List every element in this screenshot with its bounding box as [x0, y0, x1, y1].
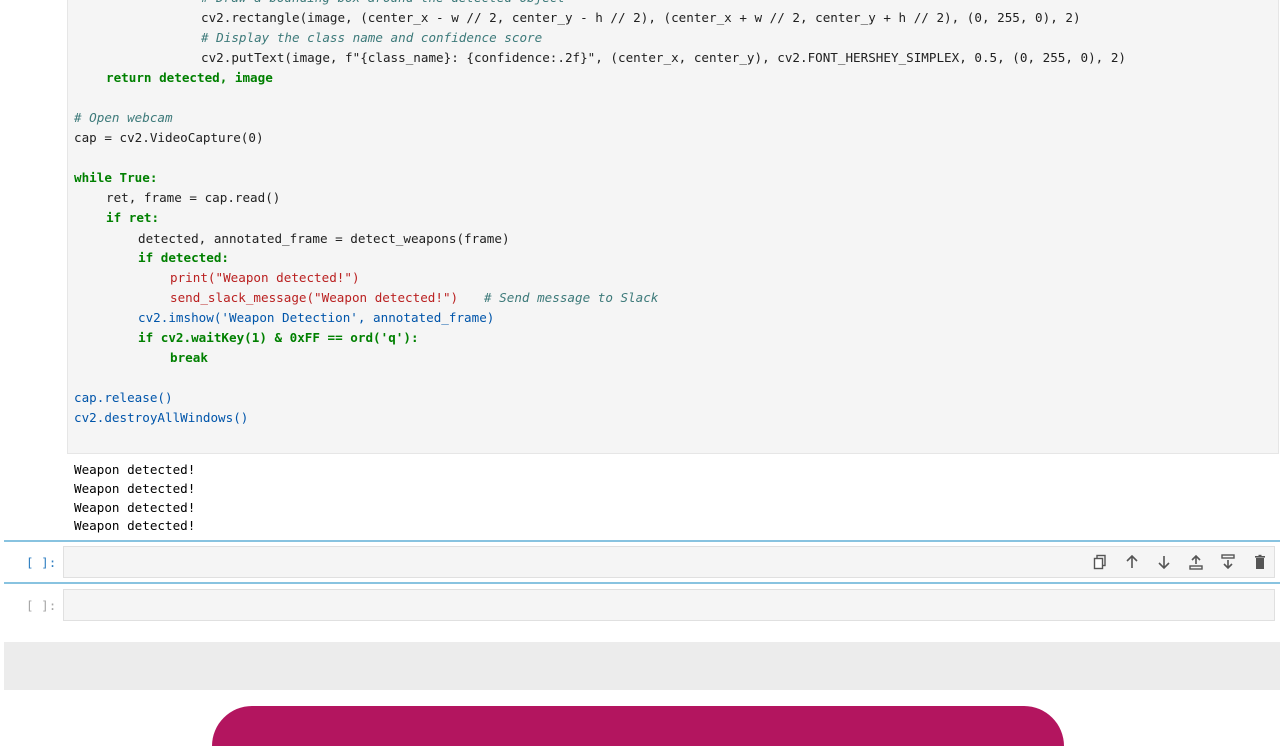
code-line-return: return detected, image — [106, 70, 273, 85]
code-line-read: ret, frame = cap.read() — [106, 190, 281, 205]
code-line-print: print("Weapon detected!") — [170, 270, 360, 285]
code-line-imshow: cv2.imshow('Weapon Detection', annotated… — [138, 310, 495, 325]
move-down-icon[interactable] — [1154, 552, 1174, 572]
code-comment-bounding-box: # Draw a bounding box around the detecte… — [201, 0, 565, 8]
code-line-rectangle: cv2.rectangle(image, (center_x - w // 2,… — [201, 10, 1081, 25]
promo-banner — [212, 706, 1064, 746]
code-comment-webcam: # Open webcam — [74, 110, 173, 125]
code-line-detect: detected, annotated_frame = detect_weapo… — [138, 231, 510, 246]
code-line-slack: send_slack_message("Weapon detected!") — [170, 290, 459, 305]
code-comment-display: # Display the class name and confidence … — [201, 30, 543, 45]
insert-above-icon[interactable] — [1186, 552, 1206, 572]
code-line-while: while True: — [74, 170, 158, 185]
delete-icon[interactable] — [1250, 552, 1270, 572]
cell-prompt-next: [ ]: — [26, 598, 57, 613]
code-line-if-ret: if ret: — [106, 210, 160, 225]
code-line-if-detected: if detected: — [138, 250, 229, 265]
code-comment-slack: # Send message to Slack — [484, 290, 659, 305]
notebook-footer-area — [4, 642, 1280, 690]
insert-below-icon[interactable] — [1218, 552, 1238, 572]
code-line-capture: cap = cv2.VideoCapture(0) — [74, 130, 264, 145]
next-cell-input[interactable] — [63, 589, 1275, 621]
cell-prompt-active: [ ]: — [26, 555, 57, 570]
output-line: Weapon detected! — [74, 518, 196, 533]
move-up-icon[interactable] — [1122, 552, 1142, 572]
output-line: Weapon detected! — [74, 500, 196, 515]
code-line-release: cap.release() — [74, 390, 173, 405]
output-line: Weapon detected! — [74, 462, 196, 477]
code-line-waitkey: if cv2.waitKey(1) & 0xFF == ord('q'): — [138, 330, 419, 345]
code-line-break: break — [170, 350, 208, 365]
duplicate-icon[interactable] — [1090, 552, 1110, 572]
output-line: Weapon detected! — [74, 481, 196, 496]
code-line-puttext: cv2.putText(image, f"{class_name}: {conf… — [201, 50, 1127, 65]
cell-toolbar — [1090, 552, 1270, 572]
code-line-destroy: cv2.destroyAllWindows() — [74, 410, 249, 425]
